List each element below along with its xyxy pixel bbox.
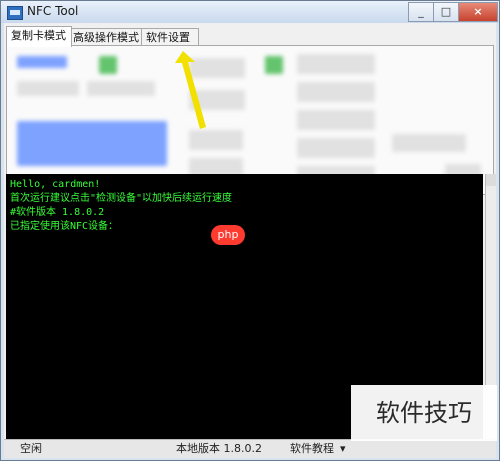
blurred-control[interactable] <box>297 54 375 74</box>
console-line: 首次运行建议点击"检测设备"以加快后续运行速度 <box>10 193 233 204</box>
tab-software-settings[interactable]: 软件设置 <box>141 28 199 46</box>
minimize-button[interactable]: _ <box>408 2 434 22</box>
watermark-text: 软件技巧 <box>351 385 497 441</box>
blurred-control[interactable] <box>297 138 375 158</box>
app-window: NFC Tool _ □ × 复制卡模式 高级操作模式 软件设置 Hello, … <box>0 0 500 461</box>
close-button[interactable]: × <box>458 2 498 22</box>
blurred-control[interactable] <box>392 134 466 152</box>
nfc-app-icon <box>7 6 23 20</box>
status-indicator-icon <box>265 56 283 74</box>
blurred-control[interactable] <box>297 110 375 130</box>
blurred-control[interactable] <box>17 56 67 68</box>
blurred-control[interactable] <box>17 81 79 96</box>
software-tutorial-link[interactable]: 软件教程 <box>290 441 334 457</box>
window-title: NFC Tool <box>27 4 79 18</box>
blurred-control[interactable] <box>17 121 167 166</box>
php-badge: php <box>211 225 245 245</box>
blurred-control[interactable] <box>87 81 155 96</box>
console-line: #软件版本 1.8.0.2 <box>10 207 105 218</box>
status-bar: 空闲 本地版本 1.8.0.2 软件教程 ▾ <box>4 439 496 458</box>
yellow-arrow-icon <box>175 51 206 129</box>
local-version: 本地版本 1.8.0.2 <box>176 442 262 455</box>
console-line: Hello, cardmen! <box>10 179 101 190</box>
tab-advanced-operations[interactable]: 高级操作模式 <box>68 28 145 46</box>
scroll-up-icon[interactable] <box>486 174 496 186</box>
title-bar: NFC Tool _ □ × <box>1 1 499 23</box>
tutorial-dropdown-icon[interactable]: ▾ <box>340 441 346 457</box>
copy-card-panel <box>6 45 494 195</box>
tab-copy-card-mode[interactable]: 复制卡模式 <box>6 26 72 47</box>
blurred-control[interactable] <box>297 82 375 102</box>
blurred-control[interactable] <box>189 130 243 150</box>
status-idle: 空闲 <box>20 442 42 455</box>
status-indicator-icon <box>99 56 117 74</box>
maximize-button[interactable]: □ <box>433 2 459 22</box>
